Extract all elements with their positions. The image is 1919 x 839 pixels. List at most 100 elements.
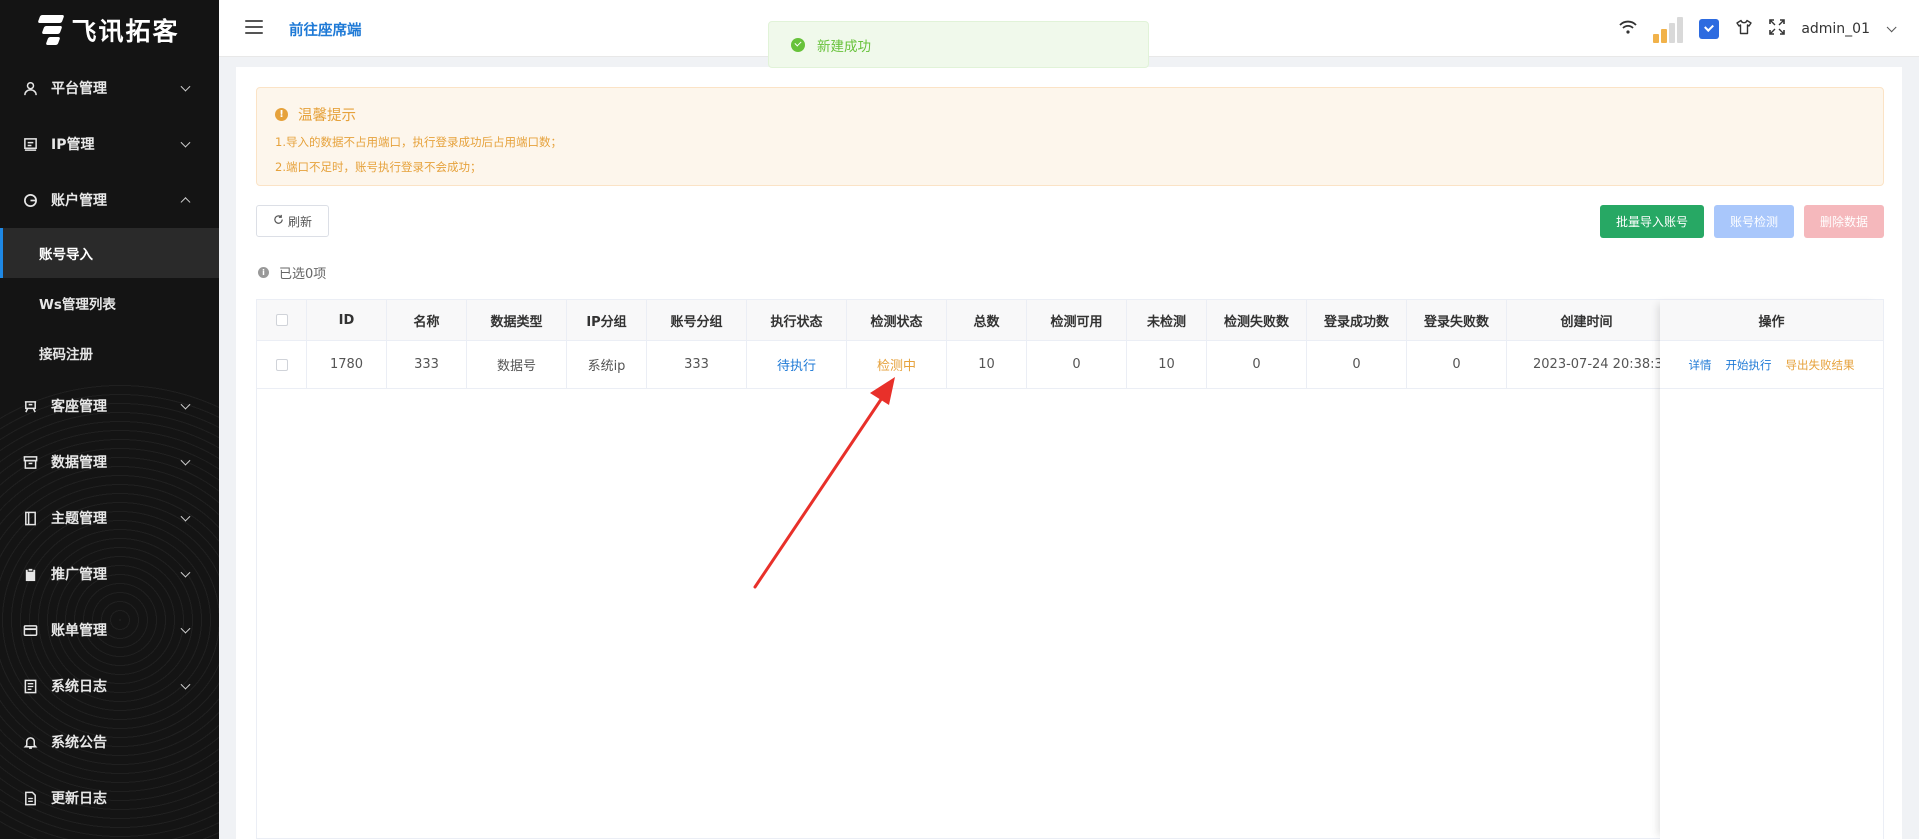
sidebar-item-announcement[interactable]: 系统公告: [0, 714, 219, 770]
chevron-down-icon: [180, 81, 191, 92]
username[interactable]: admin_01: [1801, 21, 1870, 37]
chevron-down-icon: [180, 679, 191, 690]
sidebar-item-changelog[interactable]: 更新日志: [0, 770, 219, 826]
cell-account-group: 333: [647, 341, 747, 388]
cell-check-status: 检测中: [847, 341, 947, 388]
detail-link[interactable]: 详情: [1689, 357, 1712, 373]
shirt-icon[interactable]: [1735, 19, 1753, 39]
column-header[interactable]: 检测状态: [847, 300, 947, 340]
sidebar-subitem-label: 账号导入: [39, 247, 93, 263]
sidebar-item-platform[interactable]: 平台管理: [0, 60, 219, 116]
column-header[interactable]: 未检测: [1127, 300, 1207, 340]
column-header[interactable]: 登录失败数: [1407, 300, 1507, 340]
cell-data-type: 数据号: [467, 341, 567, 388]
refresh-button[interactable]: 刷新: [256, 205, 329, 237]
table-row[interactable]: 1780 333 数据号 系统ip 333 待执行 检测中 10 0 10 0 …: [257, 341, 1667, 389]
sidebar: 飞讯拓客 平台管理 IP管理 账户管理 账号导入 Ws管理列表 接码注册 客座管…: [0, 0, 219, 839]
column-header[interactable]: 创建时间: [1507, 300, 1667, 340]
export-failed-results-link[interactable]: 导出失败结果: [1786, 357, 1855, 373]
chevron-down-icon: [180, 399, 191, 410]
column-header[interactable]: 名称: [387, 300, 467, 340]
file-icon: [22, 790, 38, 806]
chevron-down-icon: [180, 137, 191, 148]
column-header[interactable]: 检测失败数: [1207, 300, 1307, 340]
card-icon: [22, 622, 38, 638]
sidebar-item-label: 更新日志: [51, 791, 107, 807]
row-checkbox[interactable]: [275, 358, 288, 371]
sidebar-item-label: 推广管理: [51, 567, 107, 583]
sidebar-item-seat[interactable]: 客座管理: [0, 378, 219, 434]
row-checkbox-cell: [257, 341, 307, 388]
sidebar-item-billing[interactable]: 账单管理: [0, 602, 219, 658]
notice-title-text: 温馨提示: [298, 108, 356, 124]
sidebar-item-label: 账户管理: [51, 193, 107, 209]
account-check-button[interactable]: 账号检测: [1714, 205, 1794, 238]
sidebar-item-label: 系统公告: [51, 735, 107, 751]
wifi-icon: [1619, 20, 1637, 38]
logo[interactable]: 飞讯拓客: [0, 0, 219, 60]
column-header: 操作: [1660, 300, 1883, 341]
user-menu-chevron-icon[interactable]: [1886, 21, 1897, 32]
log-icon: [22, 678, 38, 694]
selection-text: 已选0项: [279, 267, 327, 282]
tip-notice: ! 温馨提示 1.导入的数据不占用端口，执行登录成功后占用端口数； 2.端口不足…: [256, 87, 1884, 186]
ip-icon: [22, 136, 38, 152]
sidebar-item-theme[interactable]: 主题管理: [0, 490, 219, 546]
row-actions: 详情 开始执行 导出失败结果: [1660, 341, 1883, 389]
sidebar-item-label: 账单管理: [51, 623, 107, 639]
sidebar-item-promotion[interactable]: 推广管理: [0, 546, 219, 602]
sidebar-item-label: 平台管理: [51, 81, 107, 97]
column-header[interactable]: 数据类型: [467, 300, 567, 340]
column-header[interactable]: 执行状态: [747, 300, 847, 340]
seat-icon: [22, 398, 38, 414]
start-execution-link[interactable]: 开始执行: [1726, 357, 1772, 373]
cell-check-failed: 0: [1207, 341, 1307, 388]
sidebar-item-data[interactable]: 数据管理: [0, 434, 219, 490]
column-header[interactable]: IP分组: [567, 300, 647, 340]
cell-login-failed: 0: [1407, 341, 1507, 388]
sidebar-item-system-log[interactable]: 系统日志: [0, 658, 219, 714]
sidebar-item-label: IP管理: [51, 137, 95, 153]
cell-total: 10: [947, 341, 1027, 388]
menu-toggle-icon[interactable]: [245, 20, 263, 34]
column-header[interactable]: 检测可用: [1027, 300, 1127, 340]
delete-data-button[interactable]: 删除数据: [1804, 205, 1884, 238]
sidebar-subitem-account-import[interactable]: 账号导入: [0, 228, 219, 278]
select-all-checkbox[interactable]: [275, 314, 288, 326]
bell-icon: [22, 734, 38, 750]
select-all-checkbox-cell: [257, 300, 307, 340]
sidebar-subitem-code-register[interactable]: 接码注册: [0, 328, 219, 378]
chevron-down-icon: [180, 511, 191, 522]
cell-available: 0: [1027, 341, 1127, 388]
sidebar-item-ip[interactable]: IP管理: [0, 116, 219, 172]
back-to-seat-link[interactable]: 前往座席端: [289, 19, 362, 40]
refresh-icon: [273, 214, 284, 228]
clipboard-icon: [22, 566, 38, 582]
accounts-table: ID 名称 数据类型 IP分组 账号分组 执行状态 检测状态 总数 检测可用 未…: [256, 299, 1884, 839]
cell-id: 1780: [307, 341, 387, 388]
batch-import-button[interactable]: 批量导入账号: [1600, 205, 1704, 238]
chevron-down-icon: [180, 567, 191, 578]
toast-message: 新建成功: [817, 38, 871, 55]
column-header[interactable]: ID: [307, 300, 387, 340]
column-header[interactable]: 登录成功数: [1307, 300, 1407, 340]
user-icon: [22, 80, 38, 96]
cell-exec-status: 待执行: [747, 341, 847, 388]
column-header[interactable]: 总数: [947, 300, 1027, 340]
dropdown-toggle-icon[interactable]: [1699, 19, 1720, 39]
sidebar-item-label: 数据管理: [51, 455, 107, 471]
cell-created-at: 2023-07-24 20:38:33: [1507, 341, 1667, 388]
column-header[interactable]: 账号分组: [647, 300, 747, 340]
sidebar-menu: 平台管理 IP管理 账户管理 账号导入 Ws管理列表 接码注册 客座管理 数据管…: [0, 60, 219, 826]
sidebar-subitem-label: 接码注册: [39, 347, 93, 363]
sidebar-subitem-ws-list[interactable]: Ws管理列表: [0, 278, 219, 328]
brand-name: 飞讯拓客: [71, 17, 180, 46]
signal-strength-icon: [1653, 15, 1684, 43]
warning-icon: !: [275, 108, 288, 121]
sidebar-item-account[interactable]: 账户管理: [0, 172, 219, 228]
sidebar-item-label: 主题管理: [51, 511, 107, 527]
info-icon: i: [258, 267, 269, 278]
cell-login-success: 0: [1307, 341, 1407, 388]
fullscreen-icon[interactable]: [1769, 19, 1786, 39]
sidebar-item-label: 系统日志: [51, 679, 107, 695]
